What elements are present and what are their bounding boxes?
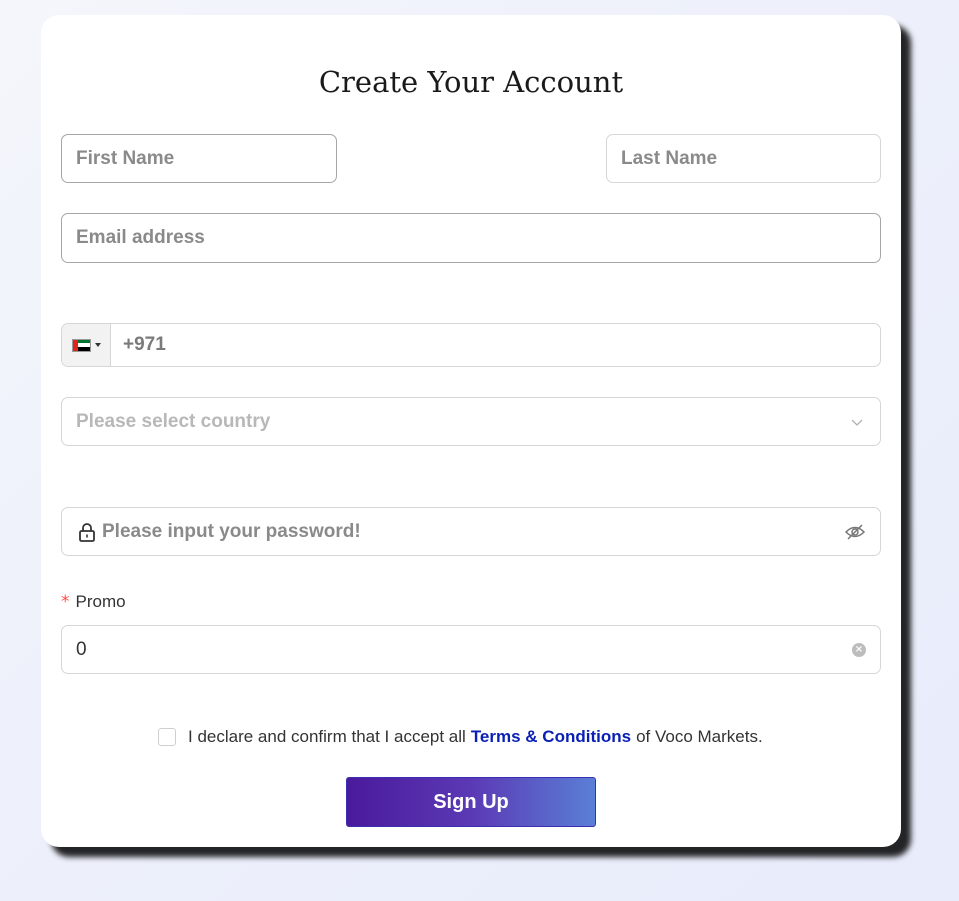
declaration-suffix: of Voco Markets. [636, 727, 763, 746]
uae-flag-icon [71, 338, 91, 352]
phone-field[interactable] [61, 323, 881, 367]
first-name-input[interactable] [62, 147, 336, 170]
last-name-field[interactable] [606, 134, 881, 183]
last-name-input[interactable] [607, 147, 880, 170]
page-title: Create Your Account [318, 65, 624, 99]
promo-label: * Promo [61, 592, 126, 612]
password-field[interactable] [61, 507, 881, 556]
caret-down-icon [94, 343, 101, 347]
signup-card: Create Your Account Please select countr… [41, 15, 901, 847]
terms-checkbox[interactable] [158, 728, 176, 746]
declaration-prefix: I declare and confirm that I accept all [188, 727, 466, 746]
terms-link[interactable]: Terms & Conditions [471, 727, 631, 747]
email-input[interactable] [62, 227, 880, 249]
lock-icon [79, 522, 95, 542]
country-select-placeholder: Please select country [76, 410, 271, 432]
password-input[interactable] [96, 520, 844, 543]
promo-field[interactable]: × [61, 625, 881, 674]
email-field[interactable] [61, 213, 881, 263]
required-mark: * [61, 592, 70, 612]
country-code-selector[interactable] [62, 324, 111, 366]
sign-up-button[interactable]: Sign Up [346, 777, 596, 827]
chevron-down-icon [851, 419, 863, 426]
terms-declaration: I declare and confirm that I accept all … [158, 727, 763, 747]
promo-label-text: Promo [75, 592, 126, 611]
promo-input[interactable] [62, 638, 852, 661]
first-name-field[interactable] [61, 134, 337, 183]
country-select[interactable]: Please select country [61, 397, 881, 446]
eye-invisible-icon[interactable] [844, 522, 866, 542]
phone-input[interactable] [111, 334, 880, 356]
clear-icon[interactable]: × [852, 642, 866, 657]
